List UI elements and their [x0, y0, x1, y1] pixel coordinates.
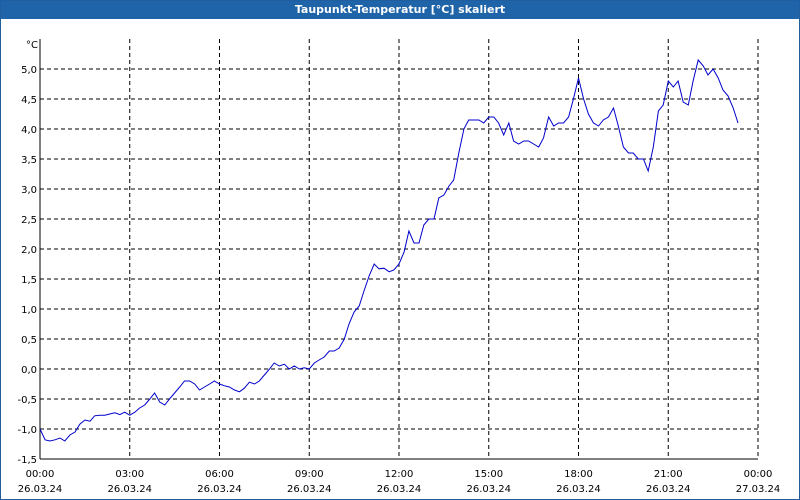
x-tick-time-label: 00:00 [26, 469, 55, 480]
chart-plot: 5,0 4,5 4,0 3,5 3,0 2,5 2,0 1,5 1,0 0,5 0,0 -0,5 -1,… [17, 39, 781, 495]
x-tick-time-label: 18:00 [564, 469, 593, 480]
y-tick-label: 3,0 [21, 185, 37, 196]
x-tick-time-label: 00:00 [744, 469, 773, 480]
y-tick-label: 3,5 [21, 155, 37, 166]
x-tick-time-label: 06:00 [205, 469, 234, 480]
x-tick-date-label: 26.03.24 [107, 484, 152, 495]
y-tick-label: 4,0 [21, 125, 37, 136]
y-tick-label: 2,0 [21, 245, 37, 256]
y-tick-label: 0,0 [21, 365, 37, 376]
y-tick-label: 2,5 [21, 215, 37, 226]
y-tick-label: -1,0 [17, 425, 37, 436]
x-tick-time-label: 21:00 [654, 469, 683, 480]
dewpoint-series-line [39, 58, 739, 442]
x-tick-time-label: 12:00 [385, 469, 414, 480]
x-tick-date-label: 26.03.24 [197, 484, 242, 495]
x-tick-time-label: 15:00 [474, 469, 503, 480]
x-tick-date-label: 27.03.24 [736, 484, 781, 495]
y-tick-label: 5,0 [21, 65, 37, 76]
x-tick-time-label: 03:00 [115, 469, 144, 480]
x-tick-time-label: 09:00 [295, 469, 324, 480]
y-tick-label: 1,5 [21, 275, 37, 286]
y-tick-label: -1,5 [17, 455, 37, 466]
y-tick-label: 1,0 [21, 305, 37, 316]
y-tick-label: 4,5 [21, 95, 37, 106]
x-tick-date-label: 26.03.24 [18, 484, 63, 495]
y-tick-label: 0,5 [21, 335, 37, 346]
x-tick-date-label: 26.03.24 [466, 484, 511, 495]
x-tick-date-label: 26.03.24 [287, 484, 332, 495]
y-tick-label: -0,5 [17, 395, 37, 406]
x-tick-date-label: 26.03.24 [646, 484, 691, 495]
x-tick-date-label: 26.03.24 [556, 484, 601, 495]
y-axis-unit-label: °C [26, 40, 38, 51]
x-tick-date-label: 26.03.24 [377, 484, 422, 495]
